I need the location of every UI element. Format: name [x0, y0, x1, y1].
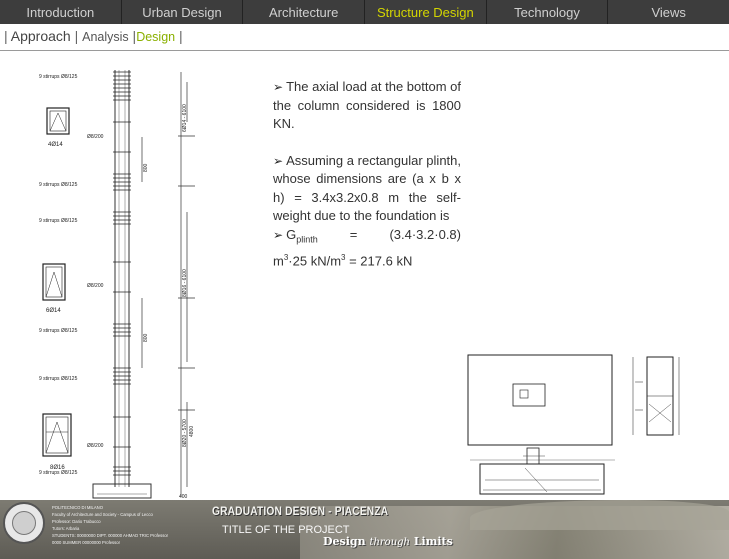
g-expression: (3.4·3.2·0.8) [389, 226, 461, 242]
axial-load-text: The axial load at the bottom of the colu… [273, 79, 461, 131]
university-seal-logo [3, 502, 45, 544]
equals-sign: = [349, 226, 358, 242]
graduation-title: GRADUATION DESIGN - PIACENZA [212, 504, 389, 518]
rebar-label: 4800 [189, 426, 195, 437]
motto-part: Limits [409, 535, 453, 548]
section-label: 6Ø14 [46, 308, 61, 314]
result-value: = 217.6 kN [345, 252, 413, 268]
footer-info-line: Professor: Dario Trabucco [52, 519, 101, 524]
stirrups-label: 9 stirrups Ø8/125 [39, 328, 78, 334]
breadcrumb-design[interactable]: Design [136, 30, 175, 44]
tab-architecture[interactable]: Architecture [243, 0, 366, 24]
stirrups-label: 9 stirrups Ø8/125 [39, 182, 78, 188]
spacing-label: Ø8/200 [87, 134, 104, 140]
tab-views[interactable]: Views [608, 0, 729, 24]
footer-info-line: POLITECNICO DI MILANO [52, 505, 103, 510]
column-reinforcement-drawing: 9 stirrups Ø8/125 9 stirrups Ø8/125 9 st… [35, 62, 195, 502]
g-subscript: plinth [296, 234, 318, 245]
breadcrumb-prefix: | [4, 28, 11, 44]
unit-density: ·25 kN/m [288, 252, 342, 268]
tab-technology[interactable]: Technology [487, 0, 609, 24]
breadcrumb-analysis[interactable]: Analysis [82, 30, 129, 44]
footer-info-line: Tutors: Arbaria [52, 526, 80, 531]
calculation-text: ➢ The axial load at the bottom of the col… [273, 78, 461, 270]
arrow-bullet-icon: ➢ [273, 80, 284, 94]
tab-introduction[interactable]: Introduction [0, 0, 122, 24]
dim-label: 800 [143, 163, 149, 172]
spacing-label: Ø8/200 [87, 283, 104, 289]
dim-label: 800 [143, 333, 149, 342]
top-nav: Introduction Urban Design Architecture S… [0, 0, 729, 24]
tab-urban-design[interactable]: Urban Design [122, 0, 244, 24]
footer-info-line: 0000 SUMMER 00000000 Professor [52, 540, 120, 545]
breadcrumb: | Approach | Analysis |Design | [4, 28, 183, 44]
rebar-label: 8Ø16 - 6100 [182, 269, 188, 297]
axial-load-paragraph: ➢ The axial load at the bottom of the col… [273, 78, 461, 134]
g-result-line: m3·25 kN/m3 = 217.6 kN [273, 249, 461, 271]
g-plinth-line: ➢ Gplinth = (3.4·3.2·0.8) [273, 226, 461, 249]
footer-banner: POLITECNICO DI MILANO Faculty of Archite… [0, 500, 729, 559]
foundation-drawing [465, 352, 690, 500]
footer-info: POLITECNICO DI MILANO Faculty of Archite… [52, 504, 202, 546]
motto-part: Design [323, 535, 370, 548]
plinth-paragraph: ➢ Assuming a rectangular plinth, whose di… [273, 152, 461, 226]
breadcrumb-separator: | [70, 28, 83, 44]
breadcrumb-suffix: | [175, 28, 183, 44]
tab-structure-design[interactable]: Structure Design [365, 0, 487, 24]
g-symbol: G [286, 226, 297, 242]
rebar-label: 6Ø14 - 6100 [182, 104, 188, 132]
section-label: 8Ø16 [50, 465, 65, 471]
rebar-label: 8Ø20 - 5700 [182, 419, 188, 447]
unit-m: m [273, 252, 284, 268]
motto-part: through [369, 537, 410, 548]
stirrups-label: 9 stirrups Ø8/125 [39, 376, 78, 382]
spacing-label: Ø8/200 [87, 443, 104, 449]
footer-info-line: Faculty of Architecture and Society - Ca… [52, 512, 153, 517]
footer-info-line: STUDENTS: 00000000 DIPT. 000000 AHMAD TR… [52, 533, 169, 538]
section-label: 4Ø14 [48, 142, 63, 148]
motto: Design through Limits [323, 535, 453, 548]
stirrups-label: 9 stirrups Ø8/125 [39, 74, 78, 80]
stirrups-label: 9 stirrups Ø8/125 [39, 218, 78, 224]
breadcrumb-divider [0, 50, 729, 51]
plinth-text: Assuming a rectangular plinth, whose dim… [273, 152, 461, 224]
arrow-bullet-icon: ➢ [273, 227, 284, 242]
breadcrumb-approach[interactable]: Approach [11, 28, 71, 44]
arrow-bullet-icon: ➢ [273, 153, 284, 168]
